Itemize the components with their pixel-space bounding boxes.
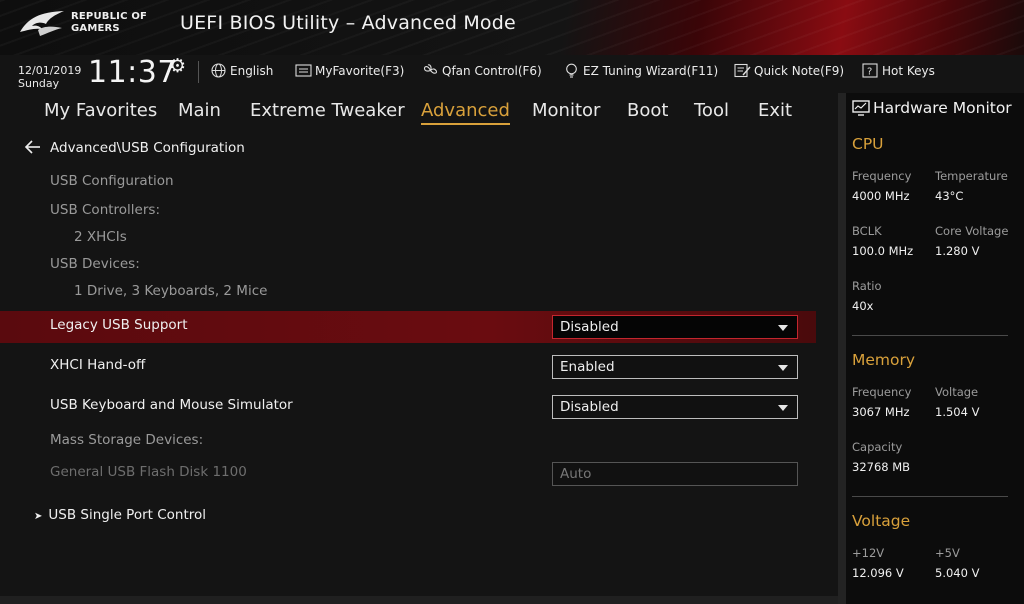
monitor-icon [852, 100, 870, 116]
usb-single-port-control-link[interactable]: ➤ USB Single Port Control [34, 507, 206, 523]
app-title: UEFI BIOS Utility – Advanced Mode [180, 12, 516, 34]
breadcrumb: Advanced\USB Configuration [50, 140, 245, 156]
memory-frequency-value: 3067 MHz [852, 405, 910, 419]
clock-display: 11:37 [88, 55, 177, 90]
bclk-value: 100.0 MHz [852, 244, 914, 258]
myfavorite-button[interactable]: MyFavorite(F3) [295, 63, 404, 78]
note-icon [734, 63, 751, 78]
hardware-monitor-panel: Hardware Monitor CPU Frequency 4000 MHz … [838, 93, 1024, 604]
language-button[interactable]: English [210, 63, 273, 78]
core-voltage-label: Core Voltage [935, 224, 1009, 238]
title-bar: REPUBLIC OF GAMERS UEFI BIOS Utility – A… [0, 0, 1024, 55]
main-menu: My Favorites Main Extreme Tweaker Advanc… [0, 93, 840, 129]
memory-frequency-label: Frequency [852, 385, 912, 399]
usb-controllers-value: 2 XHCIs [74, 229, 127, 245]
day-display: Sunday [18, 77, 60, 90]
v12-label: +12V [852, 546, 885, 560]
memory-capacity-value: 32768 MB [852, 460, 911, 474]
usb-keyboard-mouse-simulator-dropdown[interactable]: Disabled [552, 395, 798, 419]
favorite-icon [295, 63, 312, 78]
flash-disk-emulation-field: Auto [552, 462, 798, 486]
chevron-right-icon: ➤ [34, 511, 43, 522]
v5-label: +5V [935, 546, 960, 560]
bclk-label: BCLK [852, 224, 882, 238]
menu-main[interactable]: Main [178, 100, 221, 123]
quick-note-button[interactable]: Quick Note(F9) [734, 63, 844, 78]
voltage-section-title: Voltage [852, 512, 911, 530]
status-bar: 12/01/2019 Sunday 11:37 ⚙ English MyFavo… [0, 55, 1024, 93]
ez-tuning-wizard-label: EZ Tuning Wizard(F11) [583, 63, 719, 78]
memory-section-title: Memory [852, 351, 916, 369]
rog-eye-icon [20, 11, 64, 36]
menu-boot[interactable]: Boot [627, 100, 668, 123]
hot-keys-label: Hot Keys [882, 63, 935, 78]
myfavorite-label: MyFavorite(F3) [315, 63, 405, 78]
submenu-label: USB Single Port Control [48, 507, 207, 523]
menu-exit[interactable]: Exit [758, 100, 792, 123]
divider [852, 496, 1008, 497]
fan-icon [422, 63, 439, 78]
dropdown-arrow-icon [778, 325, 788, 331]
cpu-frequency-label: Frequency [852, 169, 912, 183]
flash-disk-label: General USB Flash Disk 1100 [50, 464, 247, 480]
dropdown-arrow-icon [778, 405, 788, 411]
qfan-control-button[interactable]: Qfan Control(F6) [422, 63, 542, 78]
logo-text-line1: REPUBLIC OF [71, 11, 148, 22]
back-arrow-icon[interactable] [24, 139, 42, 155]
legacy-usb-support-label: Legacy USB Support [50, 317, 188, 333]
globe-icon [210, 63, 227, 78]
xhci-hand-off-dropdown[interactable]: Enabled [552, 355, 798, 379]
usb-devices-value: 1 Drive, 3 Keyboards, 2 Mice [74, 283, 268, 299]
svg-text:?: ? [867, 67, 872, 78]
dropdown-value: Disabled [560, 319, 619, 335]
usb-controllers-label: USB Controllers: [50, 202, 160, 218]
qfan-control-label: Qfan Control(F6) [442, 63, 542, 78]
menu-monitor[interactable]: Monitor [532, 100, 600, 123]
v5-value: 5.040 V [935, 566, 980, 580]
menu-advanced[interactable]: Advanced [421, 100, 510, 125]
usb-keyboard-mouse-simulator-label: USB Keyboard and Mouse Simulator [50, 397, 293, 413]
hot-keys-button[interactable]: ? Hot Keys [862, 63, 935, 78]
bottom-bar [0, 596, 838, 604]
logo-text-line2: GAMERS [71, 23, 120, 34]
memory-capacity-label: Capacity [852, 440, 903, 454]
v12-value: 12.096 V [852, 566, 904, 580]
divider [198, 61, 199, 83]
menu-extreme-tweaker[interactable]: Extreme Tweaker [250, 100, 405, 123]
dropdown-value: Enabled [560, 359, 615, 375]
core-voltage-value: 1.280 V [935, 244, 980, 258]
menu-tool[interactable]: Tool [694, 100, 729, 123]
mass-storage-devices-label: Mass Storage Devices: [50, 432, 204, 448]
hardware-monitor-label: Hardware Monitor [873, 99, 1012, 117]
gear-icon[interactable]: ⚙ [169, 55, 186, 77]
dropdown-value: Disabled [560, 399, 619, 415]
date-display: 12/01/2019 [18, 64, 82, 77]
ratio-value: 40x [852, 299, 874, 313]
field-value: Auto [560, 466, 592, 482]
help-icon: ? [862, 63, 879, 78]
section-heading: USB Configuration [50, 173, 174, 189]
ez-tuning-wizard-button[interactable]: EZ Tuning Wizard(F11) [563, 63, 718, 78]
cpu-temperature-value: 43°C [935, 189, 964, 203]
usb-devices-label: USB Devices: [50, 256, 140, 272]
rog-logo: REPUBLIC OF GAMERS [18, 8, 168, 38]
divider [852, 335, 1008, 336]
hardware-monitor-title: Hardware Monitor [852, 99, 1012, 117]
quick-note-label: Quick Note(F9) [754, 63, 845, 78]
bulb-icon [563, 63, 580, 78]
memory-voltage-label: Voltage [935, 385, 979, 399]
xhci-hand-off-label: XHCI Hand-off [50, 357, 146, 373]
memory-voltage-value: 1.504 V [935, 405, 980, 419]
cpu-frequency-value: 4000 MHz [852, 189, 910, 203]
cpu-section-title: CPU [852, 135, 884, 153]
settings-panel: Advanced\USB Configuration USB Configura… [0, 129, 840, 604]
menu-my-favorites[interactable]: My Favorites [44, 100, 157, 123]
cpu-temperature-label: Temperature [935, 169, 1008, 183]
dropdown-arrow-icon [778, 365, 788, 371]
legacy-usb-support-dropdown[interactable]: Disabled [552, 315, 798, 339]
ratio-label: Ratio [852, 279, 882, 293]
language-label: English [230, 63, 274, 78]
